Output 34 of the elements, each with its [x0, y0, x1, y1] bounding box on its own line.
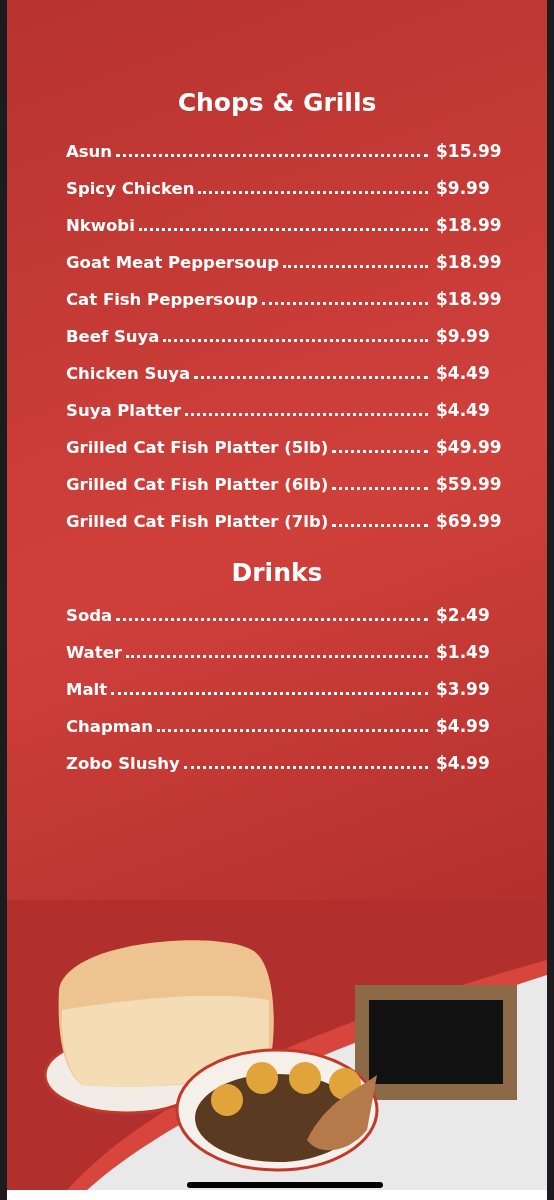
item-name: Spicy Chicken: [66, 179, 195, 198]
item-price: $49.99: [436, 437, 503, 457]
item-name: Goat Meat Peppersoup: [66, 253, 279, 272]
item-price: $2.49: [436, 605, 491, 625]
item-price: $59.99: [436, 474, 503, 494]
item-name: Asun: [66, 142, 113, 161]
item-price: $18.99: [436, 215, 503, 235]
item-name: Malt: [66, 680, 108, 699]
item-price: $18.99: [436, 252, 503, 272]
item-price: $9.99: [436, 178, 491, 198]
item-price: $4.99: [436, 716, 491, 736]
item-price: $18.99: [436, 289, 503, 309]
item-name: Chapman: [66, 717, 153, 736]
item-name: Nkwobi: [66, 216, 135, 235]
item-price: $4.49: [436, 363, 491, 383]
item-name: Grilled Cat Fish Platter (6lb): [66, 475, 329, 494]
item-price: $3.99: [436, 679, 491, 699]
item-price: $4.49: [436, 400, 491, 420]
item-price: $69.99: [436, 511, 503, 531]
item-name: Suya Platter: [66, 401, 182, 420]
item-name: Cat Fish Peppersoup: [66, 290, 259, 309]
item-name: Soda: [66, 606, 113, 625]
item-price: $9.99: [436, 326, 491, 346]
item-name: Chicken Suya: [66, 364, 191, 383]
item-price: $15.99: [436, 141, 503, 161]
item-name: Grilled Cat Fish Platter (7lb): [66, 512, 329, 531]
item-name: Grilled Cat Fish Platter (5lb): [66, 438, 329, 457]
item-name: Zobo Slushy: [66, 754, 180, 773]
item-price: $4.99: [436, 753, 491, 773]
section-title: Drinks: [230, 558, 324, 587]
section-title: Chops & Grills: [176, 88, 378, 117]
item-name: Water: [66, 643, 122, 662]
item-price: $1.49: [436, 642, 491, 662]
item-name: Beef Suya: [66, 327, 160, 346]
